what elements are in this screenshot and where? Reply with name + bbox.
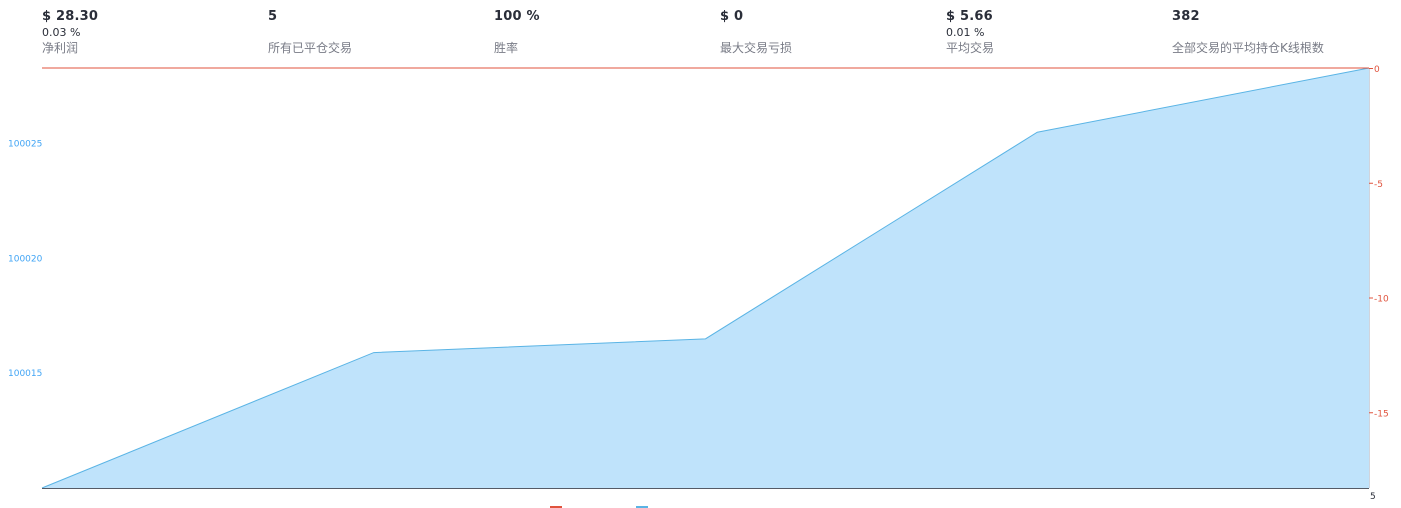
left-axis-tick-label: 100015 [8, 369, 42, 379]
equity-area [42, 68, 1369, 488]
x-axis-tick-label: 5 [1370, 492, 1376, 502]
left-axis-tick-label: 100025 [8, 140, 42, 150]
equity-chart[interactable]: 100015 100020 100025 0 -5 -10 -15 5 [0, 0, 1401, 508]
right-axis-tick-label: -10 [1374, 295, 1389, 305]
right-axis-tick-label: 0 [1374, 65, 1380, 75]
right-axis-tick-label: -15 [1374, 409, 1389, 419]
left-axis-tick-label: 100020 [8, 254, 43, 264]
right-axis-tick-label: -5 [1374, 180, 1383, 190]
